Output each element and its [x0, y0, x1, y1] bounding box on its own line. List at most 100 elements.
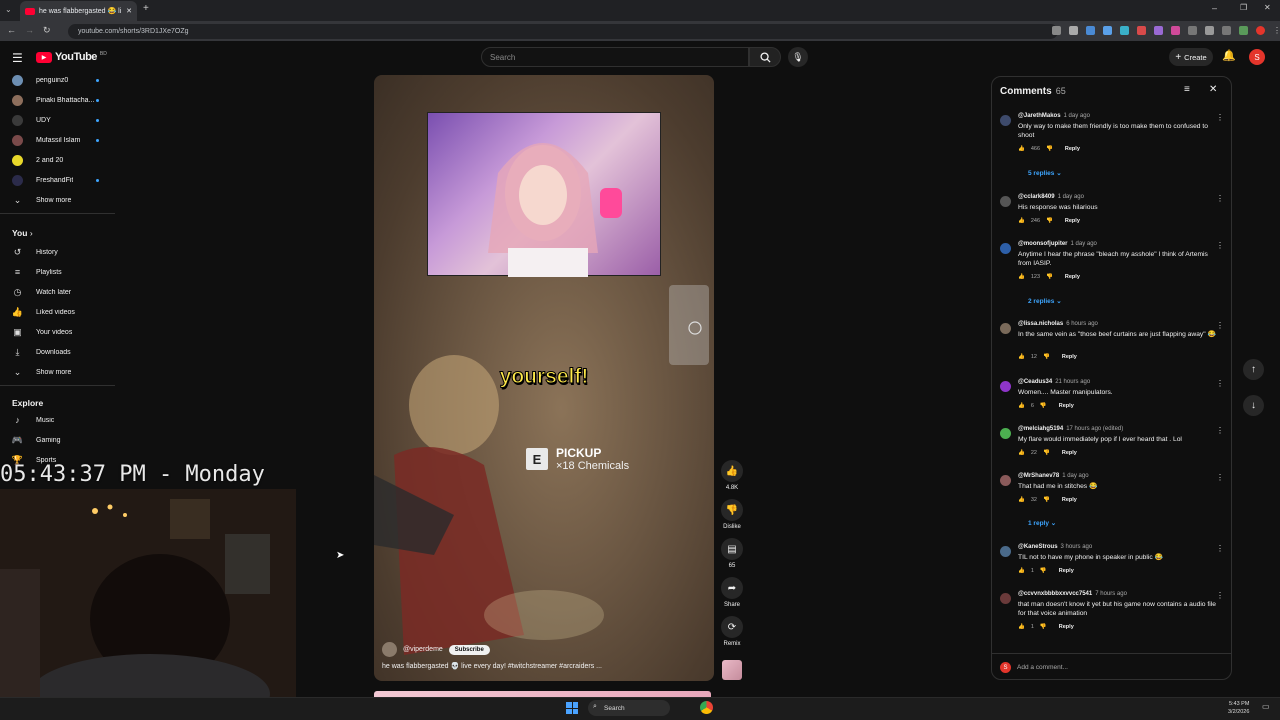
thumbs-up-icon[interactable]: 👍 [1018, 624, 1025, 630]
comment-menu-icon[interactable]: ⋮ [1216, 426, 1224, 435]
notifications-bell-icon[interactable]: 🔔 [1222, 49, 1236, 62]
thumbs-down-icon[interactable]: 👎 [1043, 497, 1050, 503]
comment-avatar[interactable] [1000, 593, 1011, 604]
sidebar-subscription[interactable]: Mufassil Islam [0, 130, 115, 150]
thumbs-up-icon[interactable]: 👍 [1018, 146, 1025, 152]
sidebar-subscription[interactable]: FreshandFit [0, 170, 115, 190]
sort-icon[interactable]: ≡ [1184, 84, 1190, 95]
extension-icon[interactable] [1188, 26, 1197, 35]
extension-icon[interactable] [1171, 26, 1180, 35]
channel-avatar[interactable] [382, 642, 397, 657]
next-short-button[interactable]: ↓ [1243, 395, 1264, 416]
subscribe-button[interactable]: Subscribe [448, 644, 490, 655]
thumbs-up-icon[interactable]: 👍 [1018, 218, 1025, 224]
sidebar-item-your-videos[interactable]: ▣ Your videos [0, 322, 115, 342]
extension-icon[interactable] [1120, 26, 1129, 35]
sidebar-item-music[interactable]: ♪ Music [0, 410, 115, 430]
reply-button[interactable]: Reply [1062, 450, 1077, 456]
channel-name[interactable]: @viperdeme [403, 646, 443, 653]
hamburger-menu-icon[interactable]: ☰ [12, 51, 23, 65]
comment-author[interactable]: @cclark8409 [1018, 194, 1055, 200]
sidebar-you-heading[interactable]: You › [12, 228, 33, 238]
sidebar-item-gaming[interactable]: 🎮 Gaming [0, 430, 115, 450]
sidebar-subscription[interactable]: penguinz0 [0, 70, 115, 90]
comment-time[interactable]: 1 day ago [1064, 113, 1090, 119]
reply-button[interactable]: Reply [1062, 497, 1077, 503]
notification-icon[interactable]: ▭ [1262, 702, 1270, 711]
comments-button[interactable]: ▤ 65 [720, 538, 744, 569]
reply-button[interactable]: Reply [1065, 146, 1080, 152]
dislike-button[interactable]: 👎 Dislike [720, 499, 744, 530]
add-comment-input[interactable]: Add a comment... [1017, 664, 1068, 671]
forward-icon[interactable]: → [25, 25, 34, 35]
thumbs-down-icon[interactable]: 👎 [1046, 146, 1053, 152]
previous-short-button[interactable]: ↑ [1243, 359, 1264, 380]
comment-time[interactable]: 1 day ago [1058, 194, 1084, 200]
comment-menu-icon[interactable]: ⋮ [1216, 379, 1224, 388]
sidebar-item-history[interactable]: ↺ History [0, 242, 115, 262]
thumbs-down-icon[interactable]: 👎 [1040, 624, 1047, 630]
address-bar[interactable]: youtube.com/shorts/3RD1JXe7OZg [68, 24, 1058, 39]
maximize-icon[interactable]: ❐ [1240, 3, 1247, 12]
comment-avatar[interactable] [1000, 475, 1011, 486]
comment-avatar[interactable] [1000, 323, 1011, 334]
puzzle-icon[interactable] [1205, 26, 1214, 35]
reload-icon[interactable]: ↻ [43, 25, 51, 36]
sidebar-show-more[interactable]: ⌄ Show more [0, 190, 115, 210]
sidebar-item-downloads[interactable]: ⤓ Downloads [0, 342, 115, 362]
comment-avatar[interactable] [1000, 381, 1011, 392]
sound-thumbnail[interactable] [722, 660, 742, 680]
view-replies-button[interactable]: 1 reply ⌄ [1028, 519, 1056, 527]
comment-avatar[interactable] [1000, 546, 1011, 557]
reply-button[interactable]: Reply [1065, 218, 1080, 224]
bookmark-star-icon[interactable] [1069, 26, 1078, 35]
minimize-icon[interactable]: – [1212, 3, 1217, 13]
comment-author[interactable]: @MrShanev78 [1018, 473, 1059, 479]
close-icon[interactable]: ✕ [1209, 84, 1217, 95]
voice-search-button[interactable]: 🎙 [788, 47, 808, 67]
comment-menu-icon[interactable]: ⋮ [1216, 113, 1224, 122]
extension-icon[interactable] [1086, 26, 1095, 35]
chrome-taskbar-icon[interactable] [700, 701, 713, 714]
extension-icon[interactable] [1222, 26, 1231, 35]
comment-time[interactable]: 7 hours ago [1095, 591, 1127, 597]
comment-menu-icon[interactable]: ⋮ [1216, 473, 1224, 482]
cast-icon[interactable] [1052, 26, 1061, 35]
comment-author[interactable]: @lissa.nicholas [1018, 321, 1063, 327]
reply-button[interactable]: Reply [1059, 624, 1074, 630]
thumbs-down-icon[interactable]: 👎 [1046, 274, 1053, 280]
comment-avatar[interactable] [1000, 428, 1011, 439]
remix-button[interactable]: ⟳ Remix [720, 616, 744, 647]
thumbs-down-icon[interactable]: 👎 [1043, 450, 1050, 456]
view-replies-button[interactable]: 2 replies ⌄ [1028, 297, 1062, 305]
search-input[interactable]: Search [481, 47, 749, 67]
tab-list-icon[interactable]: ⌄ [5, 5, 12, 14]
video-title[interactable]: he was flabbergasted 💀 live every day! #… [382, 662, 702, 670]
thumbs-up-icon[interactable]: 👍 [1018, 274, 1025, 280]
comment-menu-icon[interactable]: ⋮ [1216, 591, 1224, 600]
extension-icon[interactable] [1239, 26, 1248, 35]
comment-time[interactable]: 21 hours ago [1055, 379, 1090, 385]
sidebar-show-more[interactable]: ⌄ Show more [0, 362, 115, 382]
sidebar-item-playlists[interactable]: ≡ Playlists [0, 262, 115, 282]
sidebar-item-liked-videos[interactable]: 👍 Liked videos [0, 302, 115, 322]
thumbs-up-icon[interactable]: 👍 [1018, 450, 1025, 456]
comment-author[interactable]: @Ceadus34 [1018, 379, 1052, 385]
comment-author[interactable]: @moonsofjupiter [1018, 241, 1068, 247]
close-window-icon[interactable]: ✕ [1264, 3, 1271, 12]
sidebar-subscription[interactable]: 2 and 20 [0, 150, 115, 170]
comment-author[interactable]: @ccvvnxbbbbxxvvcc7541 [1018, 591, 1092, 597]
thumbs-down-icon[interactable]: 👎 [1040, 403, 1047, 409]
thumbs-down-icon[interactable]: 👎 [1046, 218, 1053, 224]
comment-time[interactable]: 1 day ago [1062, 473, 1088, 479]
extension-icon[interactable] [1154, 26, 1163, 35]
thumbs-up-icon[interactable]: 👍 [1018, 497, 1025, 503]
taskbar-clock[interactable]: 5:43 PM 3/2/2026 [1228, 700, 1249, 716]
comment-menu-icon[interactable]: ⋮ [1216, 241, 1224, 250]
back-icon[interactable]: ← [7, 25, 16, 35]
reply-button[interactable]: Reply [1059, 568, 1074, 574]
view-replies-button[interactable]: 5 replies ⌄ [1028, 169, 1062, 177]
comment-time[interactable]: 3 hours ago [1061, 544, 1093, 550]
share-button[interactable]: ➦ Share [720, 577, 744, 608]
reply-button[interactable]: Reply [1062, 354, 1077, 360]
